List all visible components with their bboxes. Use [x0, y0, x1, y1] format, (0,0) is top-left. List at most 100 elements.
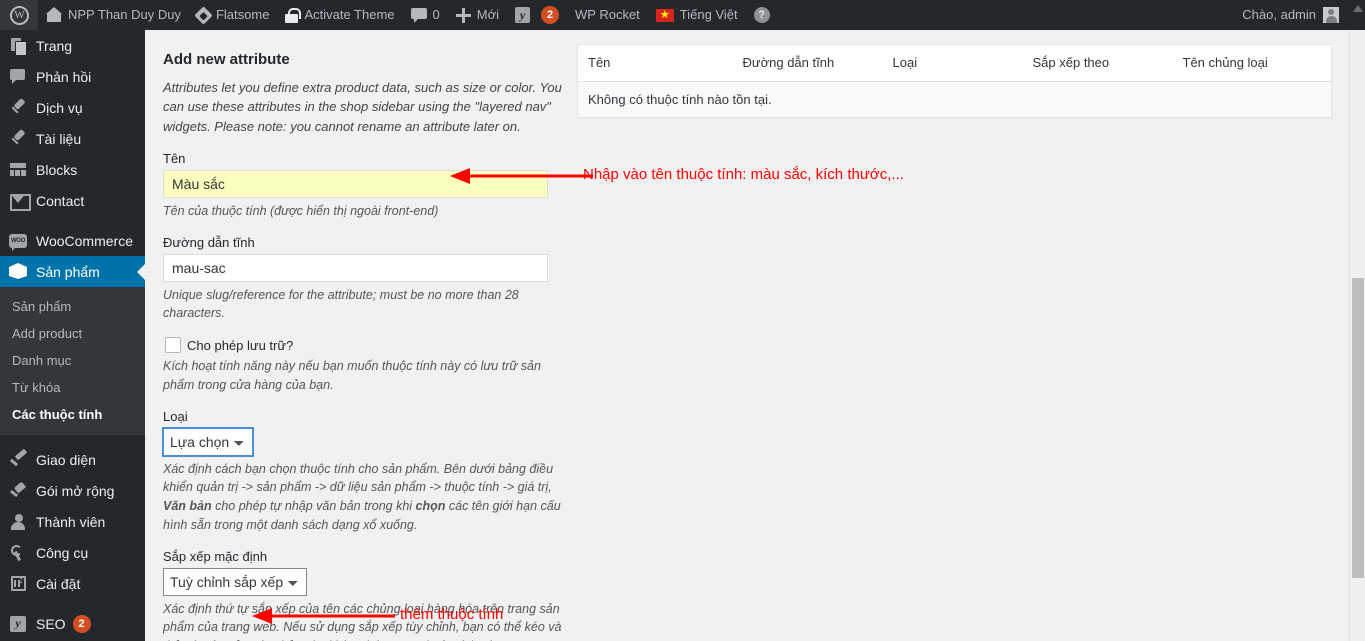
my-account-menu[interactable]: Chào, admin — [1234, 0, 1347, 30]
flatsome-diamond-icon — [194, 6, 212, 24]
enable-archives-row: Cho phép lưu trữ? — [163, 337, 563, 353]
site-name-menu[interactable]: NPP Than Duy Duy — [38, 0, 189, 30]
attribute-type-select[interactable]: Lựa chọn Văn bản — [163, 428, 253, 456]
submenu-item-tags[interactable]: Từ khóa — [0, 374, 145, 401]
lock-icon — [285, 8, 298, 23]
comments-count: 0 — [433, 0, 440, 30]
user-icon — [11, 514, 26, 530]
table-header-row: Tên Đường dẫn tĩnh Loại Sắp xếp theo Tên… — [578, 45, 1332, 82]
pin-icon — [10, 100, 26, 116]
submenu-item-attributes[interactable]: Các thuộc tính — [0, 401, 145, 428]
sidebar-item-woocommerce[interactable]: WooCommerce — [0, 225, 145, 256]
sidebar-item-label: Công cụ — [36, 544, 88, 562]
yoast-badge-count: 2 — [541, 6, 559, 24]
submenu-item-products[interactable]: Sản phẩm — [0, 293, 145, 320]
attributes-table-body: Không có thuộc tính nào tồn tại. — [578, 82, 1332, 118]
products-submenu: Sản phẩm Add product Danh mục Từ khóa Cá… — [0, 287, 145, 435]
new-content-menu[interactable]: Mới — [448, 0, 507, 30]
brush-icon — [10, 452, 26, 468]
avatar — [1323, 7, 1339, 23]
empty-state-message: Không có thuộc tính nào tồn tại. — [578, 82, 1332, 118]
product-icon — [9, 263, 27, 280]
sidebar-item-label: SEO — [36, 615, 66, 633]
settings-icon — [11, 576, 26, 591]
pages-icon — [11, 38, 26, 54]
scrollbar-thumb[interactable] — [1352, 278, 1364, 578]
woo-icon — [9, 234, 27, 248]
column-header-order-by[interactable]: Sắp xếp theo — [1023, 45, 1173, 82]
name-field-hint: Tên của thuộc tính (được hiển thị ngoài … — [163, 202, 563, 221]
sidebar-item-contact[interactable]: Contact — [0, 185, 145, 216]
seo-badge-count: 2 — [73, 615, 91, 633]
attribute-slug-input[interactable] — [163, 254, 548, 282]
sidebar-item-pages[interactable]: Trang — [0, 30, 145, 61]
wordpress-logo-icon — [10, 6, 29, 25]
submenu-item-add-product[interactable]: Add product — [0, 320, 145, 347]
order-field-label: Sắp xếp mặc định — [163, 549, 563, 564]
yoast-notifications-menu[interactable]: 2 — [507, 0, 567, 30]
attributes-table-head: Tên Đường dẫn tĩnh Loại Sắp xếp theo Tên… — [578, 45, 1332, 82]
yoast-icon — [515, 7, 530, 23]
comment-icon — [411, 8, 427, 22]
sidebar-item-label: Contact — [36, 192, 84, 210]
comments-icon — [10, 69, 26, 84]
sidebar-item-appearance[interactable]: Giao diện — [0, 444, 145, 475]
sidebar-item-label: WooCommerce — [36, 232, 133, 250]
column-header-terms[interactable]: Tên chủng loại — [1173, 45, 1332, 82]
sidebar-item-products[interactable]: Sản phẩm — [0, 256, 145, 287]
submenu-item-categories[interactable]: Danh mục — [0, 347, 145, 374]
sidebar-item-label: Giao diện — [36, 451, 96, 469]
slug-field-label: Đường dẫn tĩnh — [163, 235, 563, 250]
flatsome-menu[interactable]: Flatsome — [189, 0, 277, 30]
admin-bar: NPP Than Duy Duy Flatsome Activate Theme… — [0, 0, 1365, 30]
scroll-up-arrow-icon[interactable] — [1353, 5, 1363, 12]
sidebar-item-users[interactable]: Thành viên — [0, 506, 145, 537]
plus-icon — [456, 8, 471, 23]
type-hint-part-1: Xác định cách bạn chọn thuộc tính cho sả… — [163, 462, 553, 495]
activate-theme-button[interactable]: Activate Theme — [277, 0, 402, 30]
wrench-icon — [10, 545, 26, 561]
enable-archives-label[interactable]: Cho phép lưu trữ? — [187, 338, 293, 353]
sidebar-item-label: Thành viên — [36, 513, 105, 531]
page-scrollbar[interactable] — [1349, 30, 1365, 641]
add-attribute-annotation-text: thêm thuộc tính — [400, 606, 503, 623]
new-content-label: Mới — [477, 0, 499, 30]
sidebar-item-plugins[interactable]: Gói mở rộng — [0, 475, 145, 506]
wp-rocket-menu[interactable]: WP Rocket — [567, 0, 648, 30]
home-icon — [46, 7, 62, 23]
language-switcher[interactable]: Tiếng Việt — [648, 0, 746, 30]
sidebar-item-seo[interactable]: SEO 2 — [0, 608, 145, 639]
table-row-empty: Không có thuộc tính nào tồn tại. — [578, 82, 1332, 118]
sidebar-item-tools[interactable]: Công cụ — [0, 537, 145, 568]
sidebar-item-label: Sản phẩm — [36, 263, 100, 281]
pin-icon — [10, 131, 26, 147]
greeting-label: Chào, admin — [1242, 0, 1316, 30]
sidebar-item-label: Gói mở rộng — [36, 482, 114, 500]
sidebar-item-blocks[interactable]: Blocks — [0, 154, 145, 185]
column-header-name[interactable]: Tên — [578, 45, 733, 82]
column-header-type[interactable]: Loại — [883, 45, 1023, 82]
sidebar-separator — [0, 599, 145, 608]
default-sort-order-select[interactable]: Tuỳ chỉnh sắp xếp Tên Tên (số) ID thuật … — [163, 568, 307, 596]
activate-theme-label: Activate Theme — [304, 0, 394, 30]
main-content: Add new attribute Attributes let you def… — [145, 30, 1357, 641]
comments-bubble[interactable]: 0 — [403, 0, 448, 30]
type-hint-bold-1: Văn bản — [163, 499, 212, 513]
sidebar-item-dich-vu[interactable]: Dịch vụ — [0, 92, 145, 123]
sidebar-item-tai-lieu[interactable]: Tài liệu — [0, 123, 145, 154]
enable-archives-checkbox[interactable] — [165, 337, 181, 353]
enable-archives-hint: Kích hoạt tính năng này nếu bạn muốn thu… — [163, 357, 563, 395]
sidebar-separator — [0, 216, 145, 225]
help-button[interactable] — [746, 0, 778, 30]
admin-sidebar-menu: Trang Phản hồi Dịch vụ Tài liệu Blocks C… — [0, 30, 145, 641]
plugin-icon — [10, 483, 26, 499]
column-header-slug[interactable]: Đường dẫn tĩnh — [733, 45, 883, 82]
sidebar-item-label: Trang — [36, 37, 72, 55]
sidebar-item-settings[interactable]: Cài đặt — [0, 568, 145, 599]
language-label: Tiếng Việt — [680, 0, 738, 30]
yoast-icon — [10, 616, 26, 632]
wordpress-logo-button[interactable] — [0, 0, 38, 30]
type-hint-part-2: cho phép tự nhập văn bản trong khi — [212, 499, 416, 513]
sidebar-item-label: Tài liệu — [36, 130, 81, 148]
sidebar-item-comments[interactable]: Phản hồi — [0, 61, 145, 92]
